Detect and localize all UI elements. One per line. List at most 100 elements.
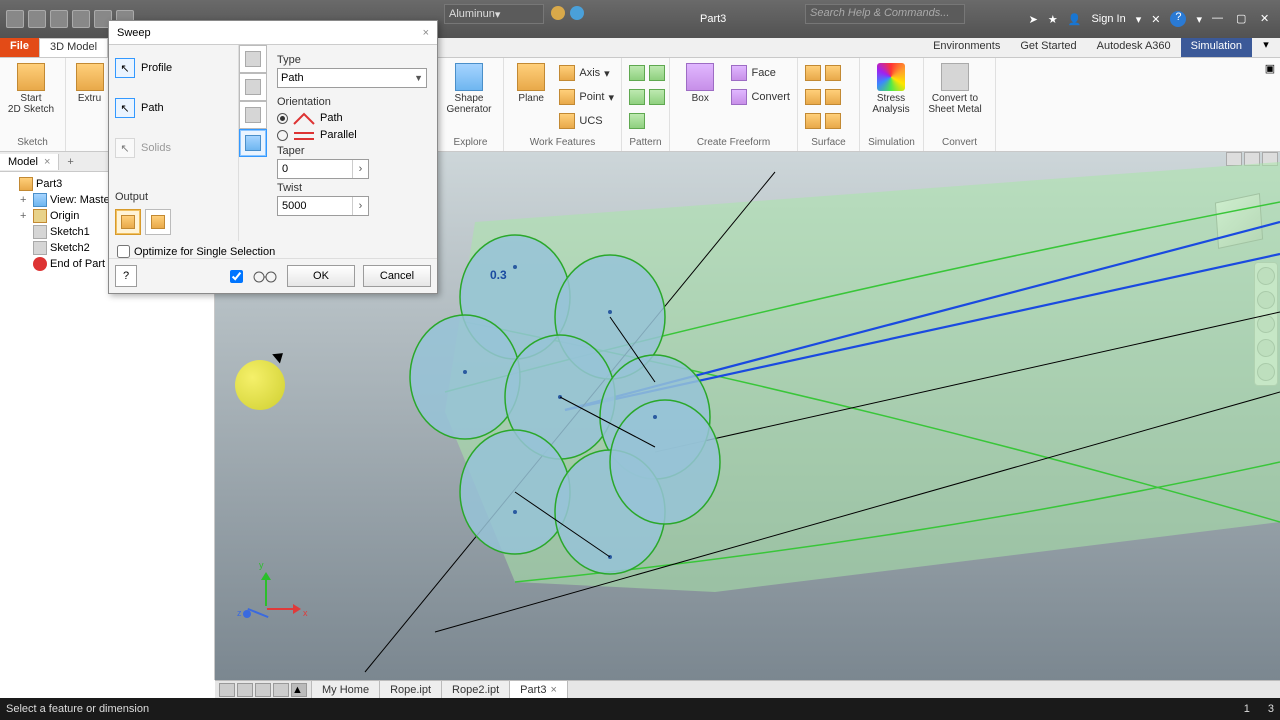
surface-tool-button[interactable] [802, 110, 844, 132]
status-bar: Select a feature or dimension 1 3 [0, 698, 1280, 720]
exchange-icon[interactable]: ✕ [1151, 13, 1160, 26]
preview-checkbox[interactable] [230, 270, 243, 283]
pattern-mirror-button[interactable] [626, 110, 668, 132]
orientation-parallel-radio[interactable]: Parallel [277, 128, 427, 142]
tab-a360[interactable]: Autodesk A360 [1087, 38, 1181, 57]
twist-label: Twist [277, 182, 427, 194]
status-message: Select a feature or dimension [6, 703, 149, 715]
select-path-row[interactable]: ↖Path [115, 91, 232, 125]
type-label: Type [277, 54, 427, 66]
mode-surface-button[interactable] [239, 101, 267, 129]
maximize-button[interactable]: ▢ [1236, 12, 1250, 26]
redo-icon[interactable] [72, 10, 90, 28]
ribbon-expand-icon[interactable]: ▣ [1260, 58, 1280, 151]
view-mode-icon[interactable] [255, 683, 271, 697]
browser-new-tab[interactable]: + [59, 154, 81, 170]
taper-input[interactable]: 0› [277, 159, 369, 179]
ribbon-toggle-icon[interactable]: ▾ [1252, 38, 1280, 57]
view-mode-icon[interactable] [237, 683, 253, 697]
favorite-icon[interactable]: ★ [1048, 13, 1058, 26]
arrow-icon: ↖ [115, 58, 135, 78]
doc-tab-rope[interactable]: Rope.ipt [380, 681, 442, 698]
help-icon[interactable]: ? [1170, 11, 1186, 27]
pattern-rect-button[interactable] [626, 62, 668, 84]
pattern-circ-button[interactable] [626, 86, 668, 108]
twist-input[interactable]: 5000› [277, 196, 369, 216]
document-title: Part3 [700, 13, 726, 25]
surface-tool-button[interactable] [802, 62, 844, 84]
arrow-icon: ↖ [115, 138, 135, 158]
dialog-close-button[interactable]: × [423, 27, 429, 39]
panel-label: Sketch [0, 136, 65, 151]
doc-tab-rope2[interactable]: Rope2.ipt [442, 681, 510, 698]
mode-path-button[interactable] [239, 45, 267, 73]
dialog-help-button[interactable]: ? [115, 265, 137, 287]
material-value: Aluminun [449, 8, 495, 20]
search-go-icon[interactable]: ➤ [1029, 13, 1038, 26]
tab-environments[interactable]: Environments [923, 38, 1010, 57]
ok-button[interactable]: OK [287, 265, 355, 287]
close-icon[interactable]: × [550, 684, 556, 696]
select-profile-row[interactable]: ↖Profile [115, 51, 232, 85]
convert-button[interactable]: Convert [728, 86, 793, 108]
point-button[interactable]: Point ▾ [556, 86, 617, 108]
user-icon[interactable]: 👤 [1068, 13, 1082, 26]
status-page-current: 1 [1244, 703, 1250, 715]
dialog-title: Sweep [117, 27, 151, 39]
close-button[interactable]: ✕ [1260, 12, 1274, 26]
material-combo[interactable]: Aluminun▾ [444, 4, 544, 24]
doc-tab-part3[interactable]: Part3× [510, 681, 568, 698]
tab-getstarted[interactable]: Get Started [1010, 38, 1086, 57]
mode-guide-button[interactable] [239, 73, 267, 101]
save-icon[interactable] [28, 10, 46, 28]
app-icon[interactable] [6, 10, 24, 28]
view-mode-icon[interactable] [273, 683, 289, 697]
spinner-arrow-icon[interactable]: › [352, 160, 368, 178]
browser-tab-model[interactable]: Model× [0, 154, 59, 170]
status-page-total: 3 [1268, 703, 1274, 715]
cancel-button[interactable]: Cancel [363, 265, 431, 287]
stress-analysis-button[interactable]: StressAnalysis [864, 60, 918, 115]
dimension-label[interactable]: 0.3 [490, 268, 507, 282]
start-2d-sketch-button[interactable]: Start2D Sketch [4, 60, 58, 115]
appearance-swatch-icon[interactable] [570, 6, 584, 20]
orientation-path-radio[interactable]: Path [277, 111, 427, 125]
select-solids-row[interactable]: ↖Solids [115, 131, 232, 165]
tab-file[interactable]: File [0, 38, 39, 57]
output-surface-button[interactable] [145, 209, 171, 235]
optimize-single-checkbox[interactable]: Optimize for Single Selection [117, 245, 429, 258]
chevron-down-icon: ▼ [414, 73, 423, 83]
face-button[interactable]: Face [728, 62, 793, 84]
help-search-input[interactable]: Search Help & Commands... [805, 4, 965, 24]
box-button[interactable]: Box [674, 60, 726, 104]
signin-link[interactable]: Sign In [1091, 13, 1125, 25]
tab-simulation[interactable]: Simulation [1181, 38, 1252, 57]
spinner-arrow-icon[interactable]: › [352, 197, 368, 215]
click-highlight [235, 360, 285, 410]
output-label: Output [115, 191, 232, 203]
preview-glasses-icon [251, 267, 279, 285]
plane-button[interactable]: Plane [508, 60, 554, 104]
appearance-swatch-icon[interactable] [551, 6, 565, 20]
taper-label: Taper [277, 145, 427, 157]
shape-generator-button[interactable]: ShapeGenerator [442, 60, 496, 115]
view-menu-icon[interactable]: ▲ [291, 683, 307, 697]
arrow-icon: ↖ [115, 98, 135, 118]
view-mode-icon[interactable] [219, 683, 235, 697]
convert-sheetmetal-button[interactable]: Convert toSheet Metal [928, 60, 982, 115]
undo-icon[interactable] [50, 10, 68, 28]
axis-button[interactable]: Axis ▾ [556, 62, 617, 84]
document-tabs: ▲ My Home Rope.ipt Rope2.ipt Part3× [215, 680, 1280, 698]
close-icon[interactable]: × [44, 156, 50, 168]
surface-tool-button[interactable] [802, 86, 844, 108]
output-solid-button[interactable] [115, 209, 141, 235]
doc-tab-home[interactable]: My Home [312, 681, 380, 698]
orientation-label: Orientation [277, 96, 427, 108]
type-combo[interactable]: Path▼ [277, 68, 427, 88]
tab-3dmodel[interactable]: 3D Model [39, 38, 108, 57]
orientation-triad: y x z [237, 570, 297, 618]
minimize-button[interactable]: — [1212, 12, 1226, 26]
mode-preview-button[interactable] [239, 129, 267, 157]
ucs-button[interactable]: UCS [556, 110, 617, 132]
extrude-button[interactable]: Extru [70, 60, 109, 104]
